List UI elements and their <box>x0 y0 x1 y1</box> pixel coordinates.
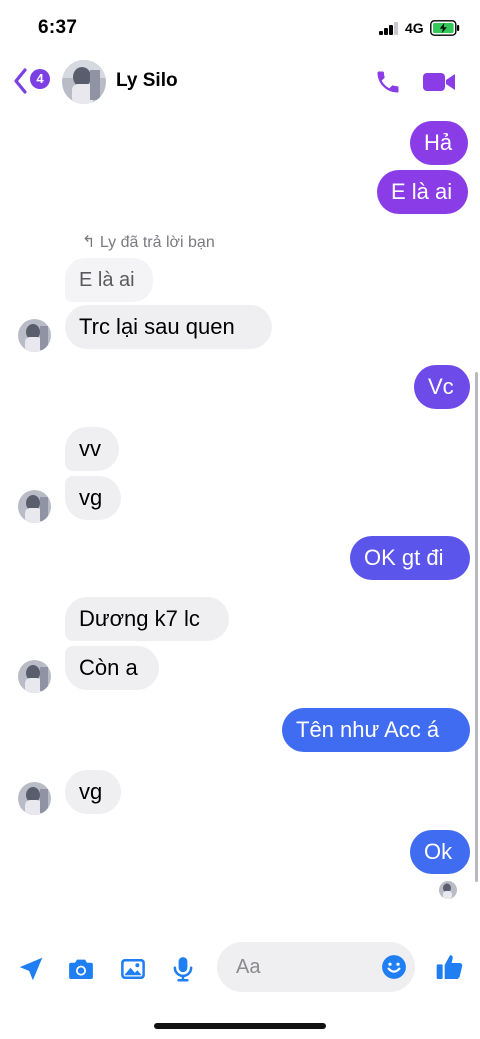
message-bubble-received[interactable]: Dương k7 lc <box>65 597 229 641</box>
emoji-icon[interactable] <box>381 954 407 980</box>
unread-count-badge: 4 <box>30 69 50 89</box>
conversation-header: 4 Ly Silo <box>0 56 480 108</box>
home-indicator <box>154 1023 326 1029</box>
reply-arrow-icon: ↰ <box>82 234 100 251</box>
message-bubble-received[interactable]: Còn a <box>65 646 159 690</box>
sender-avatar <box>18 490 51 523</box>
message-bubble-sent[interactable]: Tên như Acc á <box>282 708 470 752</box>
network-type: 4G <box>405 20 424 36</box>
phone-call-button[interactable] <box>374 68 402 96</box>
sender-avatar <box>18 319 51 352</box>
status-bar: 6:37 4G <box>0 0 480 56</box>
microphone-icon[interactable] <box>168 954 198 984</box>
scrollbar[interactable] <box>475 372 478 882</box>
chevron-left-icon <box>14 68 27 94</box>
message-bubble-received[interactable]: Trc lại sau quen <box>65 305 272 349</box>
thumbs-up-icon[interactable] <box>434 951 466 983</box>
sender-avatar <box>18 782 51 815</box>
message-input[interactable]: Aa <box>217 942 415 992</box>
message-bubble-sent[interactable]: OK gt đi <box>350 536 470 580</box>
message-bubble-sent[interactable]: E là ai <box>377 170 468 214</box>
back-button[interactable]: 4 <box>14 64 54 98</box>
seen-receipt-avatar <box>439 881 457 899</box>
image-icon[interactable] <box>118 954 148 984</box>
contact-avatar[interactable] <box>62 60 106 104</box>
message-input-placeholder: Aa <box>236 956 261 978</box>
message-bubble-received[interactable]: vg <box>65 770 121 814</box>
message-bubble-received[interactable]: vv <box>65 427 119 471</box>
reply-indicator: ↰ Ly đã trả lời bạn <box>82 232 215 252</box>
quoted-message[interactable]: E là ai <box>65 258 153 302</box>
location-arrow-icon[interactable] <box>16 954 46 984</box>
status-time: 6:37 <box>38 17 78 38</box>
camera-icon[interactable] <box>66 954 96 984</box>
message-bubble-received[interactable]: vg <box>65 476 121 520</box>
composer-bar: Aa <box>0 940 480 1000</box>
battery-charging-icon <box>430 20 460 36</box>
message-bubble-sent[interactable]: Ok <box>410 830 470 874</box>
video-call-button[interactable] <box>422 70 456 94</box>
sender-avatar <box>18 660 51 693</box>
message-bubble-sent[interactable]: Hả <box>410 121 468 165</box>
message-bubble-sent[interactable]: Vc <box>414 365 470 409</box>
contact-name[interactable]: Ly Silo <box>116 70 178 92</box>
reply-note-text: Ly đã trả lời bạn <box>99 234 215 251</box>
cellular-signal-icon <box>379 22 401 35</box>
